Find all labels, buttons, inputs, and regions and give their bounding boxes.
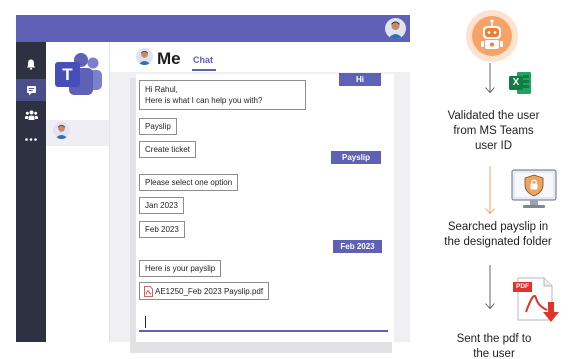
bot-icon: [465, 9, 519, 63]
chat-title: Me: [157, 49, 181, 68]
bot-select-prompt: Please select one option: [139, 174, 239, 191]
bot-greeting: Hi Rahul, Here is what I can help you wi…: [139, 80, 306, 110]
option-feb-2023[interactable]: Feb 2023: [139, 221, 185, 238]
option-jan-2023[interactable]: Jan 2023: [139, 197, 184, 214]
app-rail: [16, 42, 46, 342]
excel-icon: X: [508, 71, 532, 95]
option-create-ticket[interactable]: Create ticket: [139, 141, 196, 158]
flow-arrow-3: [485, 265, 495, 311]
bot-avatar: [136, 48, 153, 65]
greeting-line-2: Here is what I can help you with?: [145, 96, 263, 105]
user-reply-payslip: Payslip: [331, 151, 381, 164]
step-3-line-1: Sent the pdf to: [456, 333, 532, 345]
teams-logo: T: [52, 53, 104, 95]
excel-letter: X: [512, 77, 520, 88]
more-options-icon[interactable]: [16, 128, 46, 150]
user-avatar[interactable]: [385, 18, 406, 39]
contact-avatar[interactable]: [53, 122, 70, 139]
pdf-badge-text: PDF: [516, 283, 529, 290]
greeting-line-1: Hi Rahul,: [145, 85, 178, 94]
payslip-attachment[interactable]: AE1250_Feb 2023 Payslip.pdf: [139, 282, 270, 300]
step-3-label: Sent the pdf to the user: [434, 332, 554, 359]
step-1-line-2: from MS Teams: [453, 125, 534, 137]
input-cursor: [145, 316, 146, 328]
step-1-line-3: user ID: [474, 140, 513, 152]
step-2-label: Searched payslip in the designated folde…: [428, 220, 568, 250]
flow-arrow-1: [485, 63, 495, 94]
chat-header: [110, 42, 410, 72]
bell-icon[interactable]: [16, 53, 46, 75]
step-2-line-2: the designated folder: [444, 236, 552, 248]
step-1-label: Validated the user from MS Teams user ID: [435, 109, 552, 154]
message-input[interactable]: [139, 313, 388, 332]
user-reply-feb-2023: Feb 2023: [333, 240, 382, 253]
option-payslip[interactable]: Payslip: [139, 118, 177, 135]
step-2-line-1: Searched payslip in: [447, 221, 549, 233]
step-3-line-2: the user: [473, 348, 515, 359]
teams-logo-letter: T: [62, 65, 73, 84]
tab-chat-underline: [192, 69, 216, 71]
attachment-name: AE1250_Feb 2023 Payslip.pdf: [155, 287, 264, 296]
flow-arrow-2: [485, 166, 495, 216]
pdf-file-icon: [144, 286, 153, 297]
pdf-download-icon: PDF: [510, 276, 562, 324]
chat-icon[interactable]: [16, 79, 46, 101]
user-reply-hi: Hi: [339, 73, 381, 86]
security-computer-icon: [510, 168, 558, 210]
tab-chat[interactable]: Chat: [193, 55, 213, 65]
bot-result: Here is your payslip: [139, 260, 222, 277]
step-1-line-1: Validated the user: [447, 110, 540, 122]
teams-icon[interactable]: [16, 104, 46, 126]
teams-top-bar: [16, 15, 410, 42]
